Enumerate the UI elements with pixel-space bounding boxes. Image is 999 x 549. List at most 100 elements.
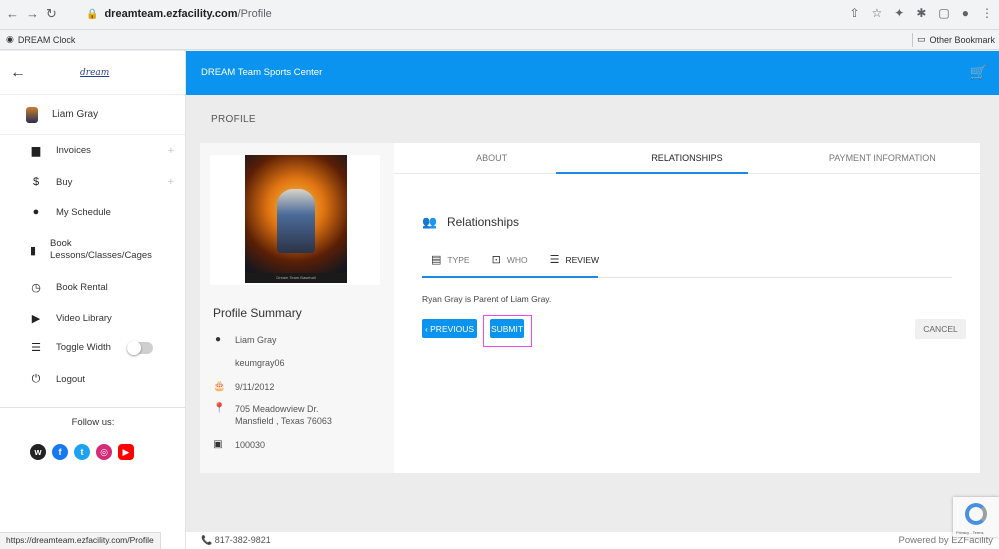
bookmark-other[interactable]: ▭ Other Bookmark (917, 34, 995, 45)
steps-progress-indicator (422, 276, 598, 278)
bookmarks-divider (912, 33, 913, 47)
sidebar-user-name: Liam Gray (52, 109, 99, 120)
window-icon[interactable]: ▢ (938, 6, 949, 20)
sidebar-item-buy[interactable]: $ Buy + (0, 176, 186, 188)
cancel-button[interactable]: CANCEL (915, 319, 966, 339)
id-badge-icon: ▣ (213, 439, 223, 450)
tab-payment-information[interactable]: PAYMENT INFORMATION (785, 143, 980, 173)
footer-phone[interactable]: 📞 817-382-9821 (201, 535, 271, 546)
avatar (26, 106, 38, 123)
sidebar-item-book-rental[interactable]: ◷ Book Rental (0, 281, 186, 294)
browser-toolbar: ← → ↻ 🔒 dreamteam.ezfacility.com /Profil… (0, 0, 999, 30)
address-bar[interactable]: 🔒 dreamteam.ezfacility.com /Profile (86, 5, 506, 23)
document-icon: ▆ (31, 145, 41, 157)
follow-label: Follow us: (71, 417, 115, 428)
recaptcha-text[interactable]: Privacy - Terms (956, 530, 983, 535)
location-pin-icon: 📍 (213, 403, 226, 414)
wizard-steps: ▤ TYPE ⊡ WHO ☰ REVIEW (431, 253, 599, 266)
profile-photo: Dream Team Baseball (245, 155, 347, 283)
profile-tabs: ABOUT RELATIONSHIPS PAYMENT INFORMATION (394, 143, 980, 174)
footer: 📞 817-382-9821 Powered by EZFacility (186, 532, 999, 549)
tab-relationships[interactable]: RELATIONSHIPS (589, 143, 784, 173)
puzzle-icon[interactable]: ✱ (916, 6, 926, 20)
profile-birthday-row: 🎂 9/11/2012 (213, 381, 275, 392)
relationships-card: ABOUT RELATIONSHIPS PAYMENT INFORMATION … (394, 143, 980, 473)
cake-icon: 🎂 (213, 381, 226, 392)
indent-icon: ☰ (31, 342, 41, 354)
person-icon: ● (214, 334, 222, 345)
youtube-icon[interactable]: ▶ (118, 444, 134, 460)
profile-address-row: 📍 705 Meadowview Dr. Mansfield , Texas 7… (213, 403, 332, 426)
submit-highlight-box (483, 315, 532, 347)
globe-icon: ◉ (6, 34, 14, 44)
extension-icon[interactable]: ✦ (894, 6, 904, 20)
tab-about[interactable]: ABOUT (394, 143, 589, 173)
active-tab-indicator (556, 172, 748, 174)
power-icon: ⏻ (31, 373, 41, 385)
bookmark-star-icon[interactable]: ☆ (872, 6, 883, 20)
recaptcha-badge[interactable]: Privacy - Terms (953, 497, 999, 537)
person-icon: ● (32, 206, 40, 218)
bookmarks-bar: ◉ DREAM Clock ▭ Other Bookmark (0, 30, 999, 50)
twitter-icon[interactable]: t (74, 444, 90, 460)
phone-icon: 📞 (201, 535, 213, 545)
sidebar: ← dream Liam Gray ▆ Invoices + $ Buy + ●… (0, 51, 186, 549)
app-topbar: DREAM Team Sports Center 🛒 (186, 51, 999, 95)
expand-plus-icon[interactable]: + (168, 176, 174, 188)
step-who[interactable]: ⊡ WHO (492, 253, 528, 266)
previous-button[interactable]: ‹ PREVIOUS (422, 319, 477, 338)
menu-icon[interactable]: ⋮ (981, 6, 993, 20)
back-arrow-icon[interactable]: ← (6, 6, 19, 21)
stopwatch-icon: ◷ (31, 282, 41, 294)
expand-plus-icon[interactable]: + (168, 145, 174, 157)
forward-arrow-icon[interactable]: → (26, 6, 39, 21)
sidebar-item-my-schedule[interactable]: ● My Schedule (0, 206, 186, 218)
url-host: dreamteam.ezfacility.com (104, 8, 238, 20)
profile-icon[interactable]: ● (962, 6, 969, 20)
relationship-summary: Ryan Gray is Parent of Liam Gray. (422, 294, 552, 304)
url-path: /Profile (237, 8, 272, 20)
profile-name-row: ● Liam Gray (214, 334, 277, 345)
social-links: w f t ◎ ▶ (30, 444, 134, 460)
profile-card: Dream Team Baseball Profile Summary ● Li… (200, 143, 394, 473)
www-icon[interactable]: w (30, 444, 46, 460)
profile-username-row: keumgray06 (235, 358, 285, 368)
site-title[interactable]: DREAM Team Sports Center (201, 67, 322, 78)
sidebar-item-logout[interactable]: ⏻ Logout (0, 373, 186, 386)
facebook-icon[interactable]: f (52, 444, 68, 460)
people-icon: 👥 (422, 215, 437, 229)
instagram-icon[interactable]: ◎ (96, 444, 112, 460)
video-library-icon: ▶ (31, 313, 41, 325)
bookmark-dream-clock[interactable]: ◉ DREAM Clock (6, 34, 75, 45)
step-type[interactable]: ▤ TYPE (431, 253, 470, 266)
cart-icon[interactable]: 🛒 (970, 64, 987, 81)
book-icon: ▮ (29, 244, 37, 257)
person-box-icon: ⊡ (491, 254, 501, 266)
photo-caption: Dream Team Baseball (245, 273, 347, 283)
share-icon[interactable]: ⇧ (849, 6, 859, 20)
profile-member-id-row: ▣ 100030 (213, 439, 266, 450)
page-title: PROFILE (211, 114, 256, 125)
toggle-width-switch[interactable] (126, 340, 153, 355)
status-url: https://dreamteam.ezfacility.com/Profile (0, 532, 161, 549)
sidebar-item-book-lessons[interactable]: ▮ Book Lessons/Classes/Cages (0, 238, 152, 262)
contact-card-icon: ▤ (431, 254, 442, 266)
back-arrow-icon[interactable]: ← (10, 64, 50, 82)
profile-photo-frame: Dream Team Baseball (210, 155, 380, 285)
step-review[interactable]: ☰ REVIEW (550, 253, 599, 266)
sidebar-divider (0, 407, 186, 408)
sidebar-item-video-library[interactable]: ▶ Video Library (0, 312, 186, 325)
folder-icon: ▭ (916, 34, 926, 44)
player-figure (277, 189, 315, 253)
lock-icon: 🔒 (86, 8, 99, 20)
browser-actions: ⇧ ☆ ✦ ✱ ▢ ● ⋮ (849, 6, 993, 20)
dollar-icon: $ (32, 176, 40, 188)
recaptcha-icon (965, 503, 987, 525)
sidebar-user[interactable]: Liam Gray (0, 95, 185, 135)
sidebar-header: ← dream (0, 51, 185, 95)
sidebar-item-toggle-width[interactable]: ☰ Toggle Width (0, 340, 186, 355)
reload-icon[interactable]: ↻ (46, 6, 57, 22)
sidebar-item-invoices[interactable]: ▆ Invoices + (0, 144, 186, 158)
brand-logo[interactable]: dream (80, 68, 109, 78)
relationships-heading: 👥 Relationships (422, 215, 519, 229)
